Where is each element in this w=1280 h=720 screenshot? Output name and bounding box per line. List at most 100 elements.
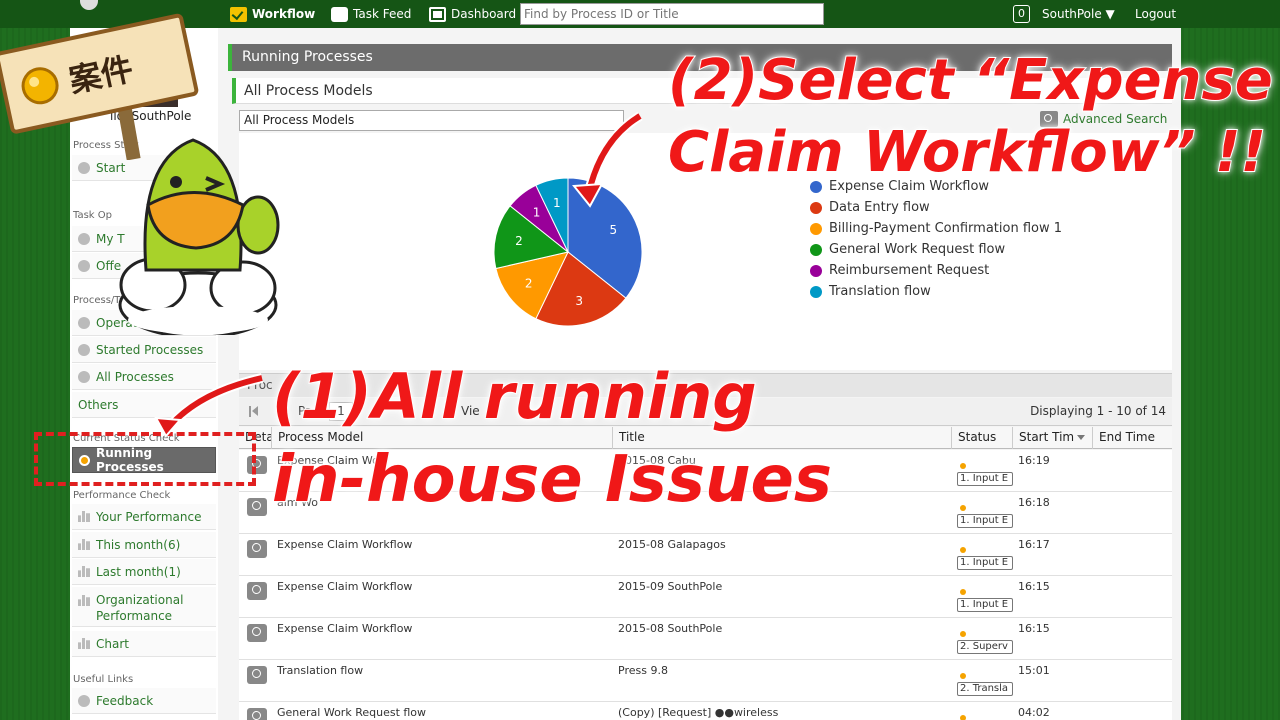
sidebar-item-your-performance[interactable]: Your Performance <box>72 504 216 530</box>
legend-item[interactable]: Reimbursement Request <box>810 260 1062 281</box>
chart-legend: Expense Claim Workflow Data Entry flow Bil… <box>810 176 1062 302</box>
sidebar-item-this-month[interactable]: This month(6) <box>72 532 216 558</box>
sidebar-item-my-tasks[interactable]: My T <box>72 226 216 252</box>
sidebar-item-org-performance[interactable]: Organizational Performance <box>72 587 216 627</box>
legend-item[interactable]: Translation flow <box>810 281 1062 302</box>
app-logo[interactable] <box>80 0 98 10</box>
table-row[interactable]: Expense Claim Wor 2015-08 Cabu 1. Input E 1… <box>239 450 1172 492</box>
cell-start-time: 16:18 <box>1018 496 1050 509</box>
page-title: Running Processes <box>228 44 1172 71</box>
page-number-input[interactable]: 1 <box>329 402 353 421</box>
cell-title[interactable]: 2015-08 SouthPole <box>618 622 948 635</box>
sidebar-item-start[interactable]: Start <box>72 155 216 181</box>
sidebar-item-chart[interactable]: Chart <box>72 631 216 657</box>
cell-title[interactable]: 2015-08 Galapagos <box>618 538 948 551</box>
cell-title[interactable]: 2015-09 SouthPole <box>618 580 948 593</box>
legend-item[interactable]: Expense Claim Workflow <box>810 176 1062 197</box>
pager: Pa 1 Vie Displaying 1 - 10 of 14 <box>239 398 1172 426</box>
sidebar-item-label: Your Performance <box>96 509 202 524</box>
column-header-status[interactable]: Status <box>951 427 1012 449</box>
legend-label: General Work Request flow <box>829 242 1006 257</box>
status-badge: 2. Transla <box>957 682 1013 696</box>
sidebar-item-operated-tasks[interactable]: Operated Tasks <box>72 310 216 336</box>
detail-view-icon[interactable] <box>247 708 267 720</box>
useful-links-heading: Useful Links <box>73 674 134 685</box>
sidebar-item-last-month[interactable]: Last month(1) <box>72 559 216 585</box>
view-label: Vie <box>461 404 480 418</box>
pie-slice-label: 5 <box>610 223 618 237</box>
legend-label: Reimbursement Request <box>829 263 990 278</box>
detail-view-icon[interactable] <box>247 666 267 684</box>
sidebar-item-offer[interactable]: Offe <box>72 253 216 279</box>
legend-item[interactable]: General Work Request flow <box>810 239 1062 260</box>
status-badge: 1. Input E <box>957 514 1013 528</box>
cell-status: 1. Input E <box>957 500 1013 528</box>
sidebar-item-label: Chart <box>96 636 129 651</box>
nav-task-feed[interactable]: Task Feed <box>331 4 411 24</box>
cell-status: 1. Input E <box>957 584 1013 612</box>
nav-workflow[interactable]: Workflow <box>230 4 315 24</box>
legend-item[interactable]: Data Entry flow <box>810 197 1062 218</box>
cell-status: 2. Superv <box>957 626 1013 654</box>
cell-process-model: General Work Request flow <box>277 706 427 719</box>
advanced-search-link[interactable]: Advanced Search <box>1040 111 1167 127</box>
cell-title[interactable]: Press 9.8 <box>618 664 948 677</box>
table-row[interactable]: General Work Request flow (Copy) [Request… <box>239 702 1172 720</box>
sidebar-item-running-processes[interactable]: Running Processes <box>72 446 216 474</box>
status-badge: 1. Input E <box>957 472 1013 486</box>
cell-process-model: Expense Claim Workflow <box>277 580 413 593</box>
column-header-detail[interactable]: Deta <box>239 427 271 449</box>
started-processes-icon <box>78 343 90 356</box>
detail-view-icon[interactable] <box>247 456 267 474</box>
status-dot-icon <box>960 589 966 595</box>
column-header-title[interactable]: Title <box>612 427 951 449</box>
pie-chart[interactable]: 532211 <box>488 172 648 332</box>
task-operation-heading: Task Op <box>73 210 112 221</box>
detail-view-icon[interactable] <box>247 582 267 600</box>
search-input[interactable] <box>520 3 824 25</box>
sidebar-item-feedback[interactable]: Feedback <box>72 688 216 714</box>
detail-view-icon[interactable] <box>247 624 267 642</box>
process-model-select[interactable]: All Process Models <box>239 110 624 131</box>
search-icon <box>1040 111 1058 127</box>
nav-dashboard[interactable]: Dashboard <box>429 4 516 24</box>
sidebar-item-others[interactable]: Others <box>72 392 216 418</box>
legend-swatch <box>810 243 822 256</box>
sidebar-item-started-processes[interactable]: Started Processes <box>72 337 216 363</box>
nav-task-feed-label: Task Feed <box>353 7 412 21</box>
table-row[interactable]: aim Wo 1. Input E 16:18 <box>239 492 1172 534</box>
legend-item[interactable]: Billing-Payment Confirmation flow 1 <box>810 218 1062 239</box>
first-page-icon[interactable] <box>249 406 259 417</box>
status-dot-icon <box>960 547 966 553</box>
bar-chart-icon <box>78 511 90 522</box>
column-header-process-model[interactable]: Process Model <box>271 427 612 449</box>
table-row[interactable]: Expense Claim Workflow 2015-08 SouthPole 2… <box>239 618 1172 660</box>
org-performance-line-1: Organizational <box>96 593 184 607</box>
cell-title[interactable]: (Copy) [Request] ●●wireless <box>618 706 948 719</box>
detail-view-icon[interactable] <box>247 540 267 558</box>
table-row[interactable]: Translation flow Press 9.8 2. Transla 15:01 <box>239 660 1172 702</box>
sidebar-item-label: Start <box>96 160 126 175</box>
cell-process-model: Expense Claim Workflow <box>277 622 413 635</box>
table-row[interactable]: Expense Claim Workflow 2015-08 Galapagos 1… <box>239 534 1172 576</box>
notification-badge[interactable]: 0 <box>1013 5 1030 23</box>
process-table-body: Expense Claim Wor 2015-08 Cabu 1. Input E 1… <box>239 450 1172 720</box>
cell-status: 1. Input E <box>957 458 1013 486</box>
feedback-icon <box>78 694 90 707</box>
column-header-end-time[interactable]: End Time <box>1092 427 1172 449</box>
sidebar-item-all-processes[interactable]: All Processes <box>72 364 216 390</box>
bar-chart-icon <box>78 638 90 649</box>
detail-view-icon[interactable] <box>247 498 267 516</box>
user-menu[interactable]: SouthPole ▼ <box>1042 7 1115 21</box>
sidebar-item-label: All Processes <box>96 369 174 384</box>
status-dot-icon <box>960 673 966 679</box>
current-status-heading: Current Status Check <box>73 433 180 444</box>
cell-title[interactable]: 2015-08 Cabu <box>618 454 948 467</box>
table-row[interactable]: Expense Claim Workflow 2015-09 SouthPole 1… <box>239 576 1172 618</box>
cell-start-time: 04:02 <box>1018 706 1050 719</box>
pie-slice-label: 3 <box>575 294 583 308</box>
column-header-start-time[interactable]: Start Tim <box>1012 427 1092 449</box>
operated-tasks-icon <box>78 316 90 329</box>
logout-link[interactable]: Logout <box>1135 7 1176 21</box>
legend-swatch <box>810 285 822 298</box>
